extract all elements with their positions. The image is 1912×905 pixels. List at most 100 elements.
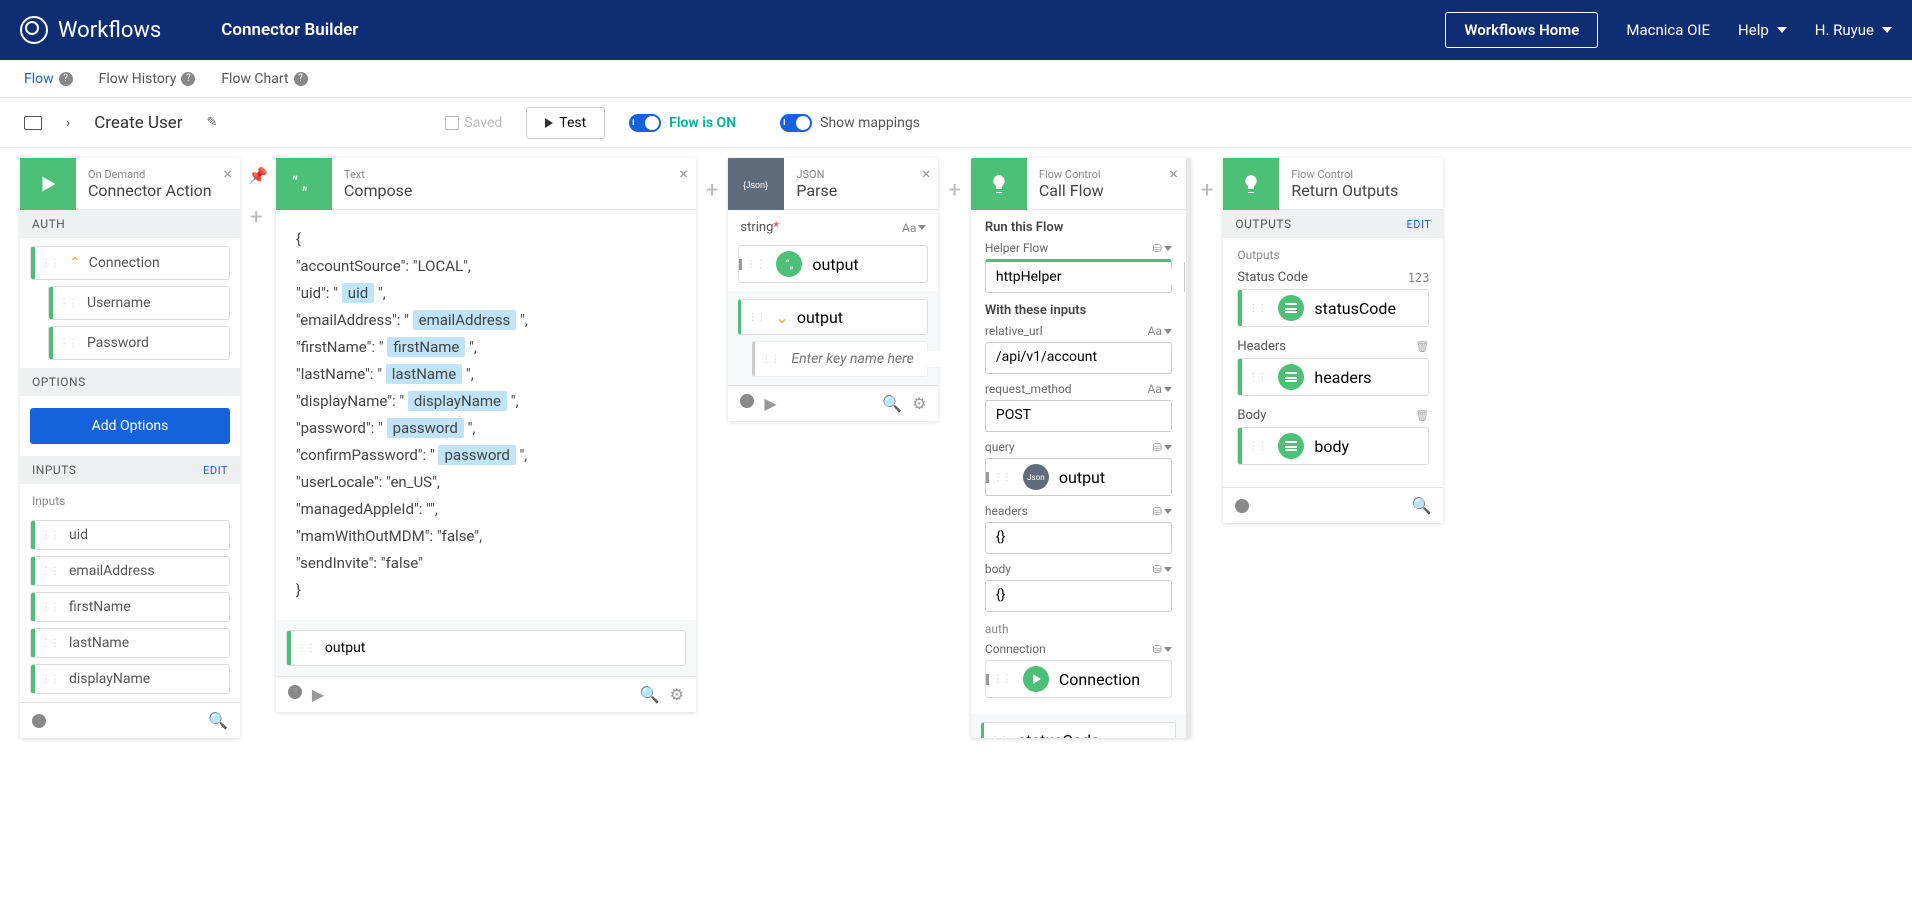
var-firstname[interactable]: firstName (387, 337, 465, 357)
add-node-button[interactable]: + (704, 164, 720, 217)
input-displayname[interactable]: ⋮⋮displayName (30, 664, 230, 694)
var-email[interactable]: emailAddress (413, 310, 517, 330)
user-menu[interactable]: H. Ruyue (1815, 21, 1892, 39)
query-label: query (985, 440, 1015, 454)
var-password2[interactable]: password (438, 445, 515, 465)
request-method-input[interactable]: POST (985, 400, 1172, 432)
logo-area: Workflows (20, 16, 161, 44)
query-input[interactable]: ⋮⋮ Json output (985, 458, 1172, 496)
status-code-input[interactable]: ⋮⋮ statusCode (1237, 289, 1429, 327)
tab-flow-history[interactable]: Flow History? (99, 71, 196, 87)
mappings-label: Show mappings (820, 115, 920, 131)
helper-flow-selector[interactable]: ↗ (985, 259, 1172, 293)
connection-input[interactable]: ⋮⋮ Connection (985, 660, 1172, 698)
gear-icon[interactable] (670, 685, 684, 704)
status-code-output[interactable]: ⋮⋮ statusCode (981, 722, 1176, 738)
mappings-toggle[interactable]: I (780, 114, 812, 132)
sub-nav: Flow? Flow History? Flow Chart? (0, 60, 1912, 98)
input-firstname[interactable]: ⋮⋮firstName (30, 592, 230, 622)
input-email[interactable]: ⋮⋮emailAddress (30, 556, 230, 586)
object-icon[interactable]: ⛁ (1153, 242, 1172, 255)
relative-url-input[interactable]: /api/v1/account (985, 342, 1172, 374)
auth-header: AUTH (20, 210, 240, 238)
connection-field[interactable]: ⋮⋮ ⌃ Connection (30, 246, 230, 280)
object-icon[interactable]: ⛁ (1153, 643, 1172, 656)
help-icon[interactable]: ? (740, 394, 754, 408)
input-lastname[interactable]: ⋮⋮lastName (30, 628, 230, 658)
body-input[interactable]: ⋮⋮ body (1237, 427, 1429, 465)
flow-toggle[interactable]: I (629, 114, 661, 132)
search-icon[interactable] (882, 394, 902, 413)
add-node-button[interactable]: + (248, 191, 264, 244)
password-field[interactable]: ⋮⋮ Password (48, 326, 230, 360)
open-flow-icon[interactable]: ↗ (1184, 262, 1191, 292)
edit-name-icon[interactable]: ✎ (207, 115, 218, 130)
help-icon[interactable]: ? (181, 72, 195, 86)
workflows-home-button[interactable]: Workflows Home (1445, 12, 1598, 48)
close-icon[interactable]: × (1169, 164, 1178, 183)
trash-icon[interactable] (1415, 339, 1429, 354)
run-flow-label: Run this Flow (985, 220, 1172, 235)
input-uid[interactable]: ⋮⋮uid (30, 520, 230, 550)
help-icon[interactable]: ? (32, 714, 46, 728)
type-selector[interactable]: Aa (1148, 382, 1172, 396)
type-number-icon: 123 (1408, 271, 1430, 285)
parse-output[interactable]: ⋮⋮ ⌄ output (738, 299, 928, 335)
edit-inputs-button[interactable]: EDIT (203, 464, 228, 477)
test-button[interactable]: Test (526, 107, 605, 139)
help-icon[interactable]: ? (1235, 499, 1249, 513)
headers-input[interactable]: ⋮⋮ headers (1237, 358, 1429, 396)
compose-output[interactable]: ⋮⋮ output (286, 630, 686, 666)
close-icon[interactable]: × (223, 164, 232, 183)
compose-editor[interactable]: { "accountSource": "LOCAL", "uid": " uid… (276, 210, 696, 620)
card-title: Compose (344, 181, 412, 200)
pin-icon[interactable]: 📌 (248, 166, 268, 185)
var-uid[interactable]: uid (342, 283, 374, 303)
headers-input[interactable]: {} (985, 522, 1172, 554)
edit-outputs-button[interactable]: EDIT (1407, 218, 1432, 231)
play-icon (545, 118, 553, 128)
add-options-button[interactable]: Add Options (30, 408, 230, 444)
help-icon[interactable]: ? (288, 685, 302, 699)
card-title: Connector Action (88, 181, 212, 200)
help-icon[interactable]: ? (59, 72, 73, 86)
var-displayname[interactable]: displayName (408, 391, 507, 411)
folder-icon[interactable] (24, 116, 42, 130)
svg-text:“ „: “ „ (292, 174, 308, 194)
search-icon[interactable] (1411, 496, 1431, 515)
play-icon[interactable]: ▶ (764, 394, 776, 413)
var-lastname[interactable]: lastName (386, 364, 462, 384)
inputs-header: INPUTS EDIT (20, 456, 240, 484)
chevron-down-icon (1882, 27, 1892, 33)
play-icon[interactable]: ▶ (312, 685, 324, 704)
object-icon[interactable]: ⛁ (1153, 505, 1172, 518)
close-icon[interactable]: × (679, 164, 688, 183)
type-selector[interactable]: Aa (1148, 324, 1172, 338)
gear-icon[interactable] (912, 394, 926, 413)
username-field[interactable]: ⋮⋮ Username (48, 286, 230, 320)
tab-flow[interactable]: Flow? (24, 71, 73, 87)
org-name[interactable]: Macnica OIE (1626, 21, 1710, 39)
close-icon[interactable]: × (922, 164, 931, 183)
type-selector[interactable]: Aa (902, 221, 926, 235)
chevron-down-icon: ⌄ (771, 308, 792, 327)
tab-flow-chart[interactable]: Flow Chart? (221, 71, 307, 87)
trash-icon[interactable] (1415, 408, 1429, 423)
add-node-button[interactable]: + (946, 164, 962, 217)
body-input[interactable]: {} (985, 580, 1172, 612)
key-input[interactable] (785, 351, 975, 367)
search-icon[interactable] (208, 711, 228, 730)
object-icon[interactable]: ⛁ (1153, 441, 1172, 454)
help-menu[interactable]: Help (1738, 21, 1787, 39)
add-node-button[interactable]: + (1199, 164, 1215, 217)
helper-flow-input[interactable] (986, 269, 1184, 285)
key-name-input[interactable]: ⋮⋮ (752, 341, 928, 377)
parse-input[interactable]: ⋮⋮ “„ output (738, 245, 928, 283)
json-icon: Json (1023, 464, 1049, 490)
help-icon[interactable]: ? (294, 72, 308, 86)
object-icon[interactable]: ⛁ (1153, 563, 1172, 576)
json-icon: {Json} (728, 158, 784, 210)
body-label: body (985, 562, 1011, 576)
search-icon[interactable] (640, 685, 660, 704)
var-password[interactable]: password (387, 418, 464, 438)
